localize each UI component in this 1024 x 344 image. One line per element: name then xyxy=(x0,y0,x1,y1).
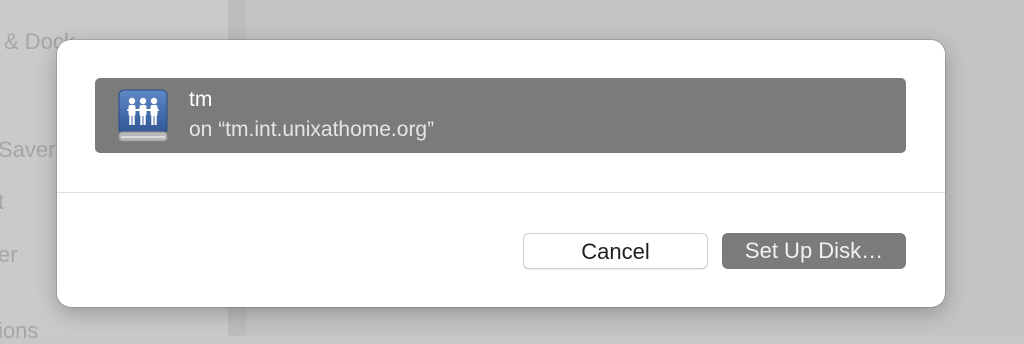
select-backup-disk-dialog: tm on “tm.int.unixathome.org” Cancel Set… xyxy=(57,40,945,307)
network-server-icon xyxy=(117,86,171,146)
sidebar-item-partial-1: t xyxy=(0,189,5,214)
set-up-disk-button[interactable]: Set Up Disk… xyxy=(722,233,906,269)
sidebar-item-screen-saver: Saver xyxy=(0,137,56,162)
cancel-button[interactable]: Cancel xyxy=(523,233,708,269)
disk-name: tm xyxy=(189,88,213,111)
disk-list-item-selected[interactable]: tm on “tm.int.unixathome.org” xyxy=(95,78,906,153)
disk-location: on “tm.int.unixathome.org” xyxy=(189,118,435,141)
sidebar-item-partial-2: er xyxy=(0,242,18,267)
divider xyxy=(57,192,945,193)
sidebar-item-partial-3: ions xyxy=(0,318,39,343)
